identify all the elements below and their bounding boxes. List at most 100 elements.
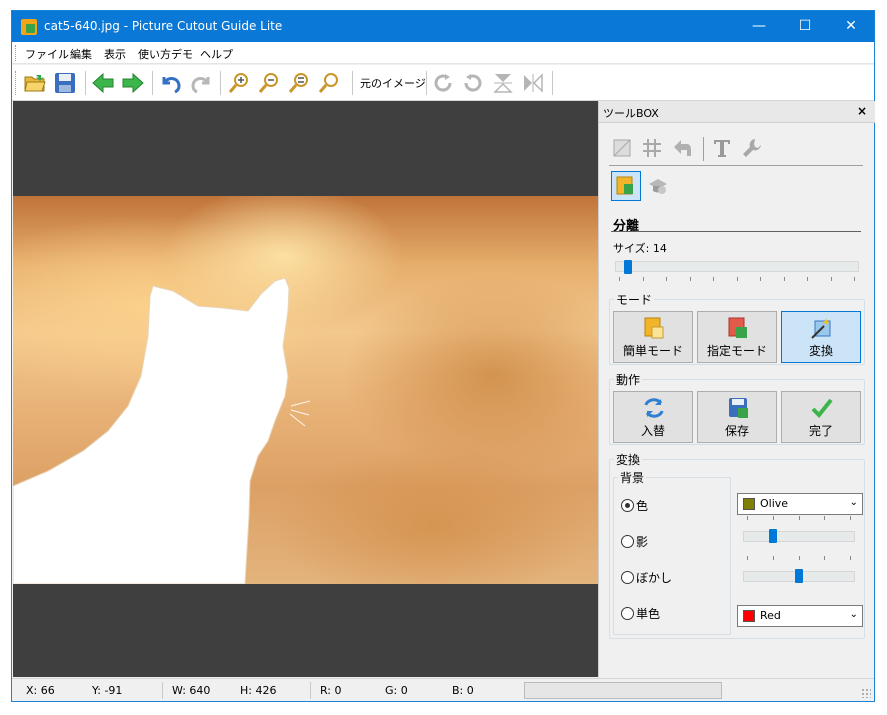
toolbar: 元のイメージ [12,65,874,101]
chevron-down-icon: ⌄ [849,609,858,620]
chevron-down-icon: ⌄ [849,497,858,508]
easy-mode-label: 簡単モード [622,344,683,358]
save-icon[interactable] [52,70,78,96]
size-label: サイズ: 14 [613,242,667,255]
progress-bar [524,682,722,699]
original-image-button[interactable]: 元のイメージ [360,75,426,91]
mono-color-select[interactable]: Red ⌄ [737,605,863,627]
menu-file[interactable]: ファイル [25,46,69,62]
menu-edit[interactable]: 編集 [70,46,92,62]
app-icon [21,19,37,35]
crop-icon[interactable] [609,135,635,161]
size-slider-thumb[interactable] [624,260,632,274]
flip-vertical-icon[interactable] [490,70,516,96]
radio-color[interactable]: 色 [621,497,648,514]
maximize-button[interactable]: ☐ [782,11,828,42]
separate-tool-icon[interactable] [611,171,641,201]
toolbar-separator [352,71,353,95]
slider-tick [690,277,691,281]
menu-demo[interactable]: 使い方デモ [138,46,193,62]
slider-tick [850,556,851,560]
section-divider [611,231,861,232]
swap-button[interactable]: 入替 [613,391,693,443]
zoom-in-icon[interactable] [226,70,252,96]
back-arrow-icon[interactable] [90,70,116,96]
shadow-slider-thumb[interactable] [769,529,777,543]
slider-tick [619,277,620,281]
radio-blur-indicator[interactable] [621,571,634,584]
radio-color-indicator[interactable] [621,499,634,512]
shadow-slider[interactable] [743,531,855,542]
slider-tick [807,277,808,281]
resize-grip[interactable] [861,688,871,698]
status-y: Y: -91 [92,684,123,697]
wrench-icon[interactable] [739,135,765,161]
toolbox-title: ツールBOX [603,107,659,120]
radio-mono-indicator[interactable] [621,607,634,620]
menu-view[interactable]: 表示 [104,46,126,62]
swap-label: 入替 [640,424,665,438]
background-group-title: 背景 [618,469,647,486]
blur-slider-thumb[interactable] [795,569,803,583]
close-button[interactable]: ✕ [828,11,874,42]
radio-shadow-indicator[interactable] [621,535,634,548]
slider-tick [799,516,800,520]
forward-arrow-icon[interactable] [120,70,146,96]
slider-tick [824,556,825,560]
size-slider[interactable] [615,261,859,272]
radio-blur[interactable]: ぼかし [621,569,672,586]
toolbar-separator [220,71,221,95]
zoom-actual-icon[interactable] [316,70,342,96]
color-swatch [743,498,755,510]
radio-color-label: 色 [636,499,649,513]
blur-slider-ticks [747,556,851,560]
specify-mode-button[interactable]: 指定モード [697,311,777,363]
background-color-select[interactable]: Olive ⌄ [737,493,863,515]
zoom-fit-icon[interactable] [286,70,312,96]
redo-icon[interactable] [188,70,214,96]
slider-tick [850,516,851,520]
slider-tick [831,277,832,281]
zoom-out-icon[interactable] [256,70,282,96]
status-blue: B: 0 [452,684,474,697]
toolbox-close-button[interactable]: × [857,104,867,118]
image-canvas[interactable] [13,101,598,677]
rotate-right-icon[interactable] [430,70,456,96]
finish-button[interactable]: 完了 [781,391,861,443]
radio-mono-label: 単色 [636,607,661,621]
easy-mode-button[interactable]: 簡単モード [613,311,693,363]
background-color-value: Olive [760,497,789,510]
radio-mono[interactable]: 単色 [621,605,660,622]
status-red: R: 0 [320,684,342,697]
slider-tick [643,277,644,281]
save-result-button[interactable]: 保存 [697,391,777,443]
undo-arrow-icon[interactable] [669,135,695,161]
title-bar: cat5-640.jpg - Picture Cutout Guide Lite… [12,11,874,42]
toolbox-panel: ツールBOX × 分離 サイズ: 14 モード 簡単モード 指定モード 変換 動… [598,101,875,677]
slider-tick [773,556,774,560]
toolbox-header: ツールBOX × [599,101,875,123]
toolbar-grip [15,71,18,95]
status-height: H: 426 [240,684,277,697]
shadow-slider-ticks [747,516,851,520]
flip-horizontal-icon[interactable] [520,70,546,96]
action-group-title: 動作 [614,371,643,388]
status-bar: X: 66 Y: -91 W: 640 H: 426 R: 0 G: 0 B: … [12,678,874,701]
menu-bar: ファイル 編集 表示 使い方デモ ヘルプ [12,42,874,64]
slider-tick [747,556,748,560]
cutout-image [13,196,598,584]
save-label: 保存 [724,424,749,438]
radio-shadow[interactable]: 影 [621,533,648,550]
hat-icon[interactable] [645,173,671,199]
convert-mode-button[interactable]: 変換 [781,311,861,363]
minimize-button[interactable]: — [736,11,782,42]
rotate-left-icon[interactable] [460,70,486,96]
text-icon[interactable] [709,135,735,161]
status-green: G: 0 [385,684,408,697]
grid-icon[interactable] [639,135,665,161]
menu-help[interactable]: ヘルプ [200,46,233,62]
undo-icon[interactable] [158,70,184,96]
cat-silhouette [13,277,311,584]
toolbar-separator [152,71,153,95]
open-folder-icon[interactable] [22,70,48,96]
